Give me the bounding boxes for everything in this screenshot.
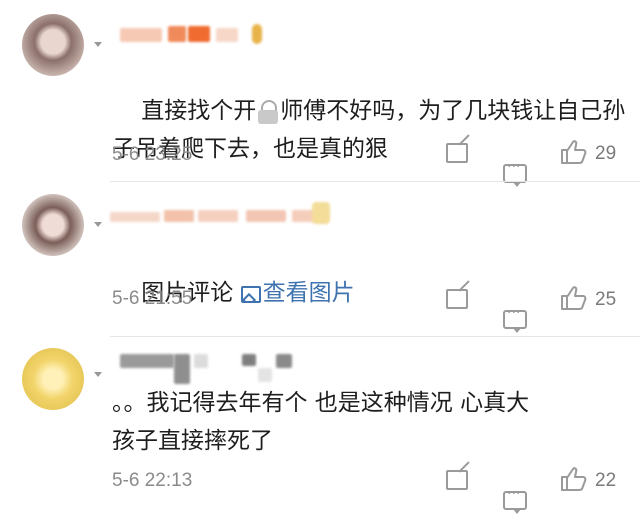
avatar[interactable] [22,348,84,410]
avatar[interactable] [22,194,84,256]
view-image-link[interactable]: 查看图片 [240,280,355,306]
divider [110,336,640,337]
comment-time: 5-6 21:55 [112,288,193,309]
chevron-down-icon[interactable] [94,372,102,377]
comment-item: 。。我记得去年有个 也是这种情况 心真大 孩子直接摔死了 5-6 22:13 2… [0,338,640,514]
comment-time: 5-6 22:13 [112,470,193,491]
comment-item: 直接找个开 师傅不好吗，为了几块钱让自己孙子吊着爬下去，也是真的狠 5-6 23:… [0,0,640,187]
comment-icon[interactable] [503,486,527,514]
thumbs-up-icon[interactable] [560,285,588,311]
like-count: 25 [595,289,617,310]
like-count: 22 [595,470,617,491]
comment-icon[interactable] [503,305,527,333]
comment-item: 图片评论 查看图片 5-6 21:55 25 [0,182,640,338]
username-redacted[interactable] [110,202,356,228]
share-icon[interactable] [446,470,468,490]
picture-icon [240,286,261,303]
username-redacted[interactable] [116,22,276,48]
view-image-label: 查看图片 [262,280,355,306]
comment-time: 5-6 23:25 [112,144,193,165]
chevron-down-icon[interactable] [94,42,102,47]
username-redacted[interactable] [116,348,316,384]
comment-text: 。。我记得去年有个 也是这种情况 心真大 孩子直接摔死了 [112,390,530,454]
share-icon[interactable] [446,143,468,163]
thumbs-up-icon[interactable] [560,466,588,492]
comment-text-part: 直接找个开 [141,98,257,124]
like-count: 29 [595,143,617,164]
chevron-down-icon[interactable] [94,222,102,227]
avatar[interactable] [22,14,84,76]
thumbs-up-icon[interactable] [560,139,588,165]
lock-icon [257,99,279,124]
share-icon[interactable] [446,289,468,309]
